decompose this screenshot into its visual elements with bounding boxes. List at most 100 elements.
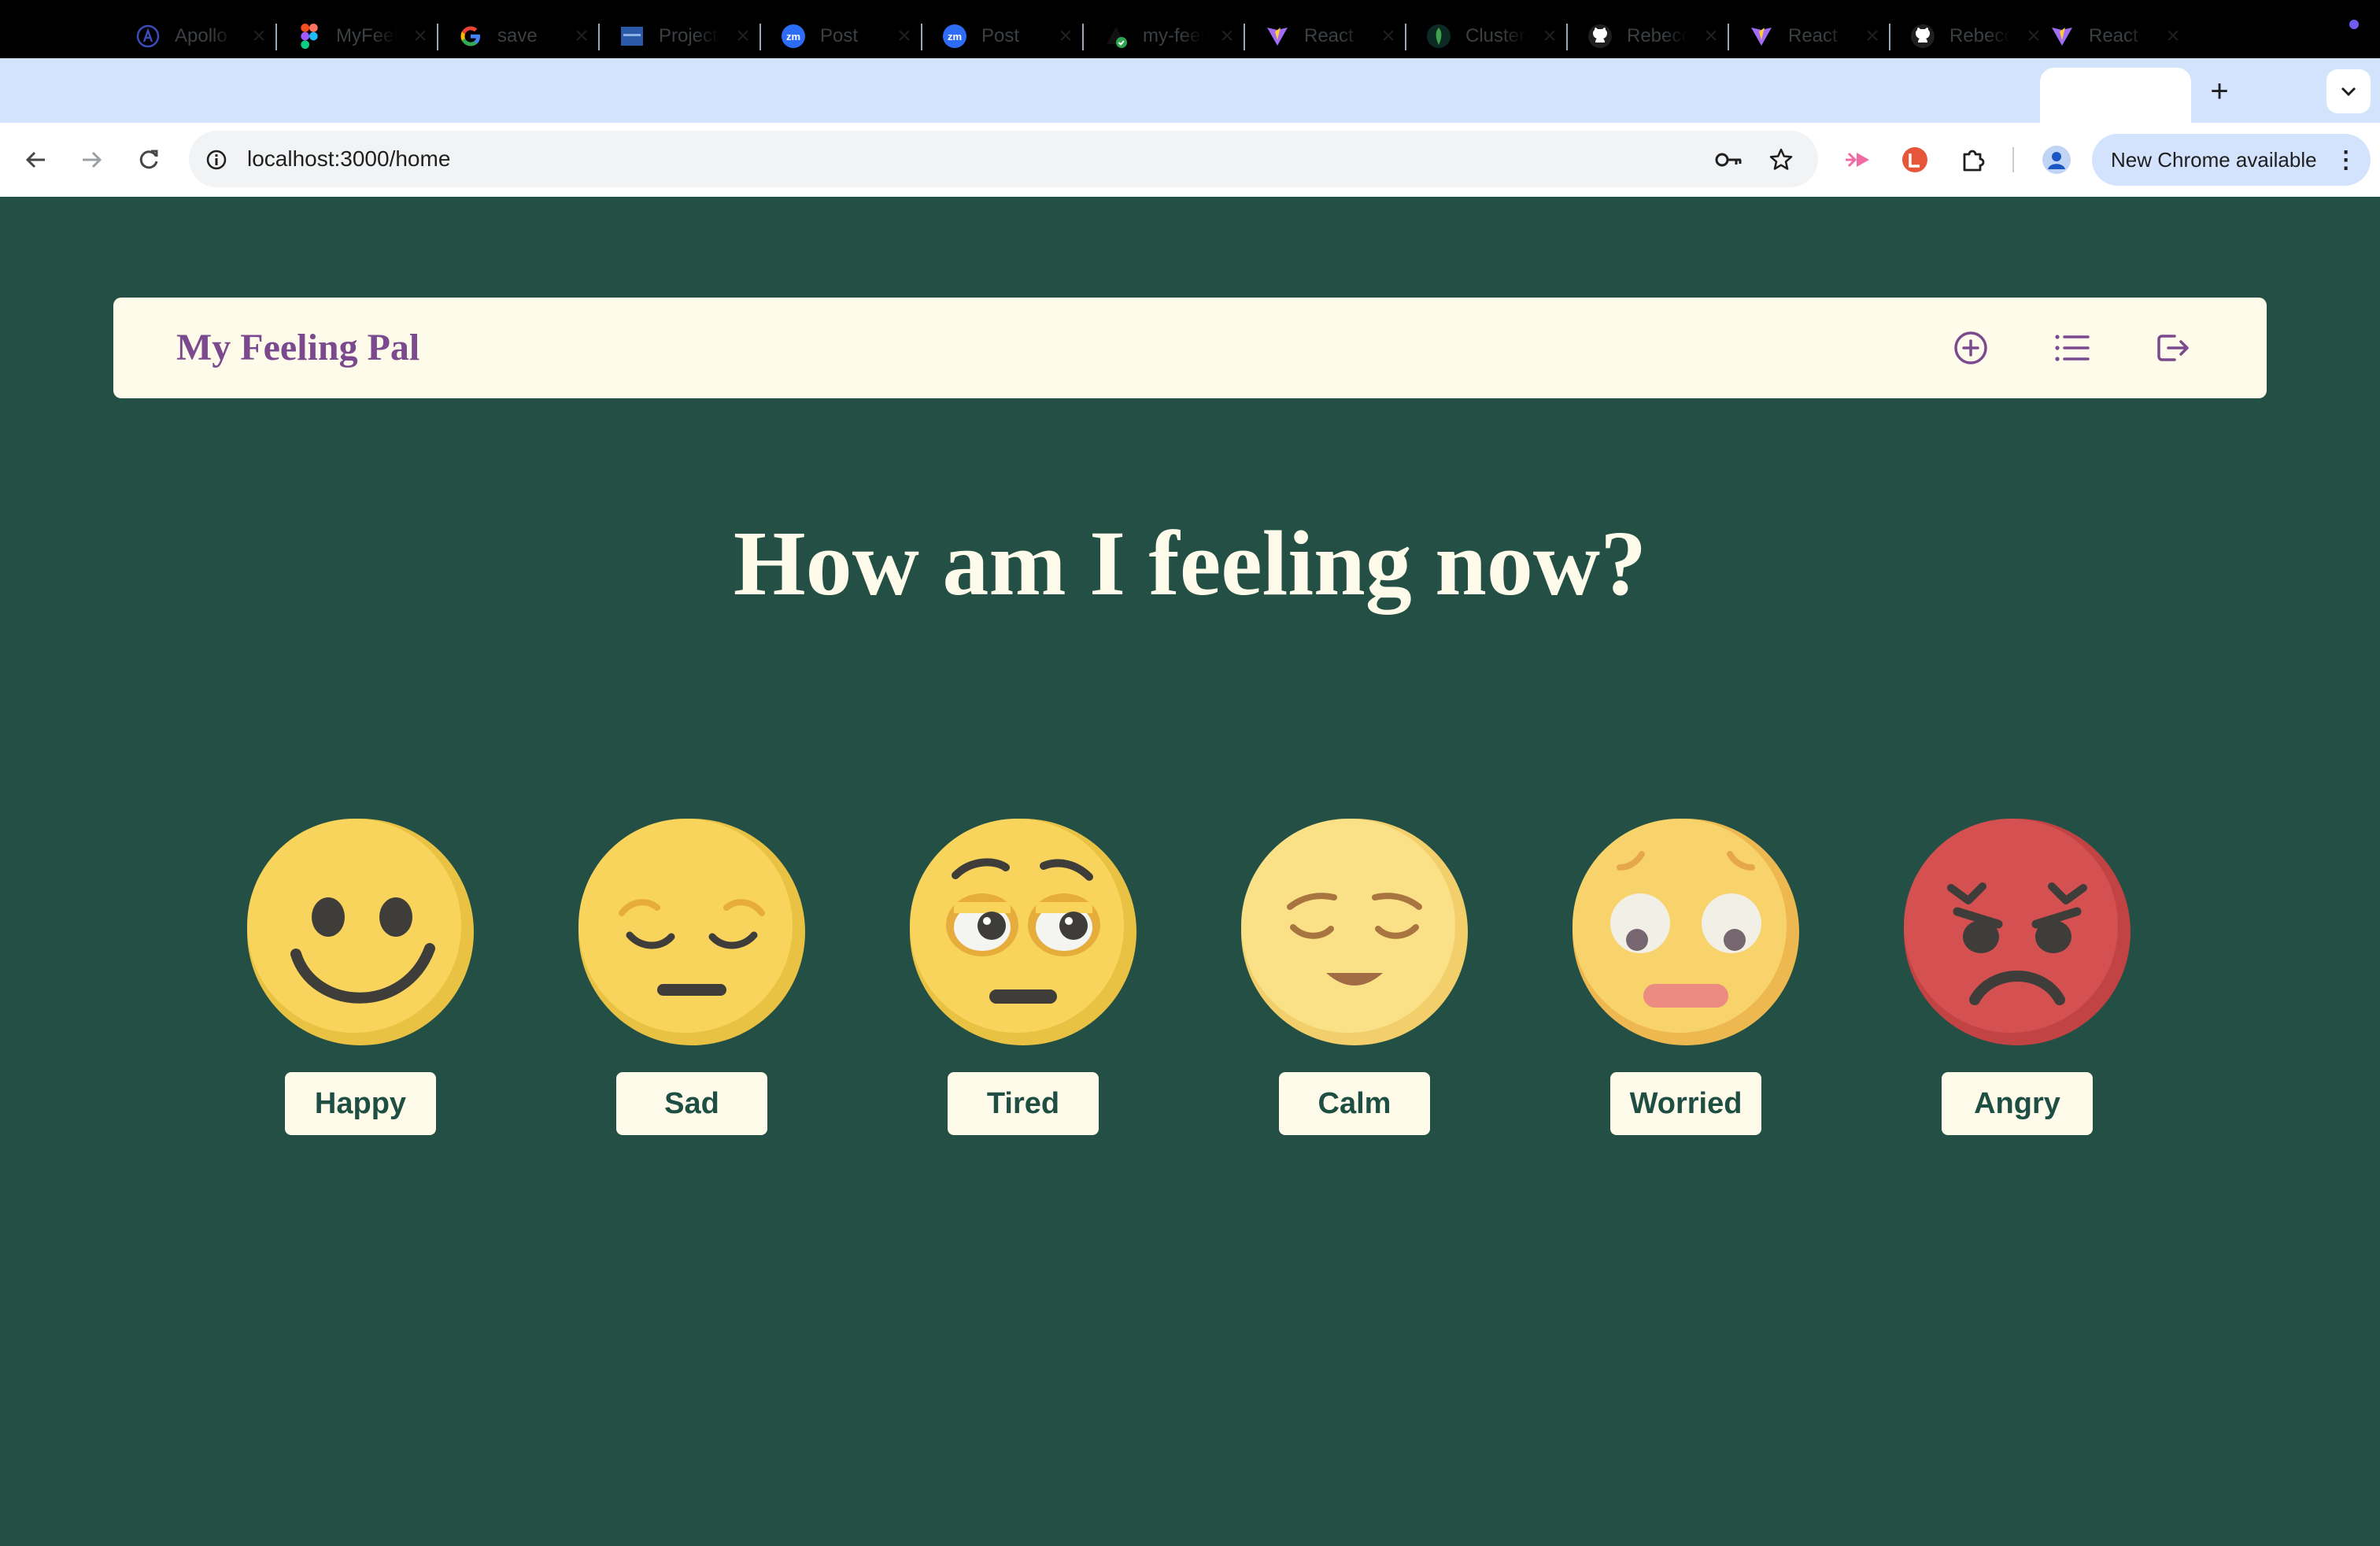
tab-close-icon[interactable]: × [731,24,755,48]
chrome-update-button[interactable]: New Chrome available ⋮ [2092,134,2371,186]
tab-close-icon[interactable]: × [893,24,916,48]
profile-avatar-icon[interactable] [2037,140,2076,179]
reload-icon[interactable] [129,140,168,179]
logout-icon[interactable] [2149,324,2196,372]
mood-button-worried[interactable]: Worried [1610,1072,1761,1135]
browser-tab[interactable]: React × [1730,8,1884,65]
tired-face-icon[interactable] [910,819,1136,1045]
vite-icon [1265,24,1290,49]
tab-title: Post [820,25,859,46]
tab-separator [1082,24,1084,50]
tab-close-icon[interactable]: × [247,24,271,48]
mood-button-happy[interactable]: Happy [285,1072,436,1135]
recording-indicator-icon [2349,20,2359,29]
tab-close-icon[interactable]: × [570,24,593,48]
mood-button-calm[interactable]: Calm [1279,1072,1430,1135]
new-tab-icon[interactable]: + [2201,72,2238,110]
tab-close-icon[interactable]: × [1861,24,1884,48]
tab-separator [598,24,600,50]
mood-button-tired[interactable]: Tired [948,1072,1099,1135]
vite-icon [2049,24,2075,49]
calm-face-icon[interactable] [1241,819,1468,1045]
toolbar-divider [2012,147,2014,172]
browser-tab[interactable]: Apollo × [116,8,271,65]
tab-title: Post [981,25,1020,46]
browser-tab[interactable]: Cluster × [1407,8,1561,65]
tab-title: Rebecca [1627,25,1688,46]
site-info-icon[interactable] [197,140,236,179]
svg-text:zm: zm [948,31,962,43]
tab-title: Apollo [175,25,227,46]
tab-separator [921,24,922,50]
tab-close-icon[interactable]: × [1215,24,1239,48]
mongodb-icon [1426,24,1451,49]
browser-tab[interactable]: save × [439,8,593,65]
google-icon [458,24,483,49]
browser-tab[interactable]: zm Post × [762,8,916,65]
mood-option-calm[interactable]: Calm [1236,819,1473,1141]
apollo-icon [135,24,161,49]
browser-tab[interactable]: React × [1246,8,1400,65]
browser-tab[interactable]: Rebecca × [1891,8,2046,65]
tab-separator [275,24,277,50]
github-icon [1587,24,1613,49]
tab-search-chevron-icon[interactable] [2326,69,2371,113]
mood-option-sad[interactable]: Sad [574,819,810,1141]
browser-tab[interactable]: MyFeeling × [278,8,432,65]
password-key-icon[interactable] [1709,140,1749,179]
extensions-puzzle-icon[interactable] [1953,140,1993,179]
worried-face-icon[interactable] [1572,819,1799,1045]
bookmark-star-icon[interactable] [1761,140,1801,179]
zoom-icon: zm [942,24,967,49]
happy-face-icon[interactable] [247,819,474,1045]
tab-title: React [1304,25,1354,46]
extension-orange-icon[interactable] [1895,140,1935,179]
zoom-icon: zm [781,24,806,49]
add-circle-icon[interactable] [1947,324,1994,372]
browser-tab[interactable]: zm Post × [923,8,1077,65]
vite-icon [1749,24,1774,49]
tab-separator [1566,24,1568,50]
tab-close-icon[interactable]: × [2161,24,2185,48]
browser-tab-active[interactable]: React × [2031,8,2185,65]
tab-title: React [2089,25,2138,46]
tab-close-icon[interactable]: × [408,24,432,48]
mood-option-worried[interactable]: Worried [1568,819,1804,1141]
mood-button-sad[interactable]: Sad [616,1072,767,1135]
tab-strip [0,58,2380,123]
app-brand[interactable]: My Feeling Pal [176,323,419,373]
tab-title: Project [659,25,718,46]
list-icon[interactable] [2048,324,2095,372]
url-text[interactable]: localhost:3000/home [247,145,450,173]
mood-option-angry[interactable]: Angry [1899,819,2135,1141]
extension-pink-icon[interactable] [1838,140,1877,179]
tab-close-icon[interactable]: × [1377,24,1400,48]
back-icon[interactable] [16,140,55,179]
tab-close-icon[interactable]: × [1054,24,1077,48]
mood-option-tired[interactable]: Tired [905,819,1141,1141]
figma-icon [297,24,322,49]
browser-tab[interactable]: my-feeling × [1085,8,1239,65]
tab-separator [1244,24,1245,50]
sad-face-icon[interactable] [578,819,805,1045]
tab-separator [759,24,761,50]
browser-tab[interactable]: Rebecca × [1569,8,1723,65]
mood-button-angry[interactable]: Angry [1942,1072,2093,1135]
angry-face-icon[interactable] [1904,819,2131,1045]
tab-title: my-feeling [1143,25,1204,46]
tab-separator [437,24,438,50]
page-heading: How am I feeling now? [733,512,1647,615]
chrome-update-label: New Chrome available [2111,147,2317,172]
github-icon [1910,24,1935,49]
more-vert-icon[interactable]: ⋮ [2334,146,2358,174]
tab-title: Rebecca [1949,25,2011,46]
tab-separator [1728,24,1729,50]
tab-title: React [1788,25,1838,46]
forward-icon[interactable] [72,140,112,179]
mood-option-happy[interactable]: Happy [242,819,479,1141]
browser-tab[interactable]: Project × [601,8,755,65]
tab-close-icon[interactable]: × [1699,24,1723,48]
tab-title: MyFeeling [336,25,397,46]
tab-title: save [497,25,538,46]
tab-close-icon[interactable]: × [1538,24,1561,48]
